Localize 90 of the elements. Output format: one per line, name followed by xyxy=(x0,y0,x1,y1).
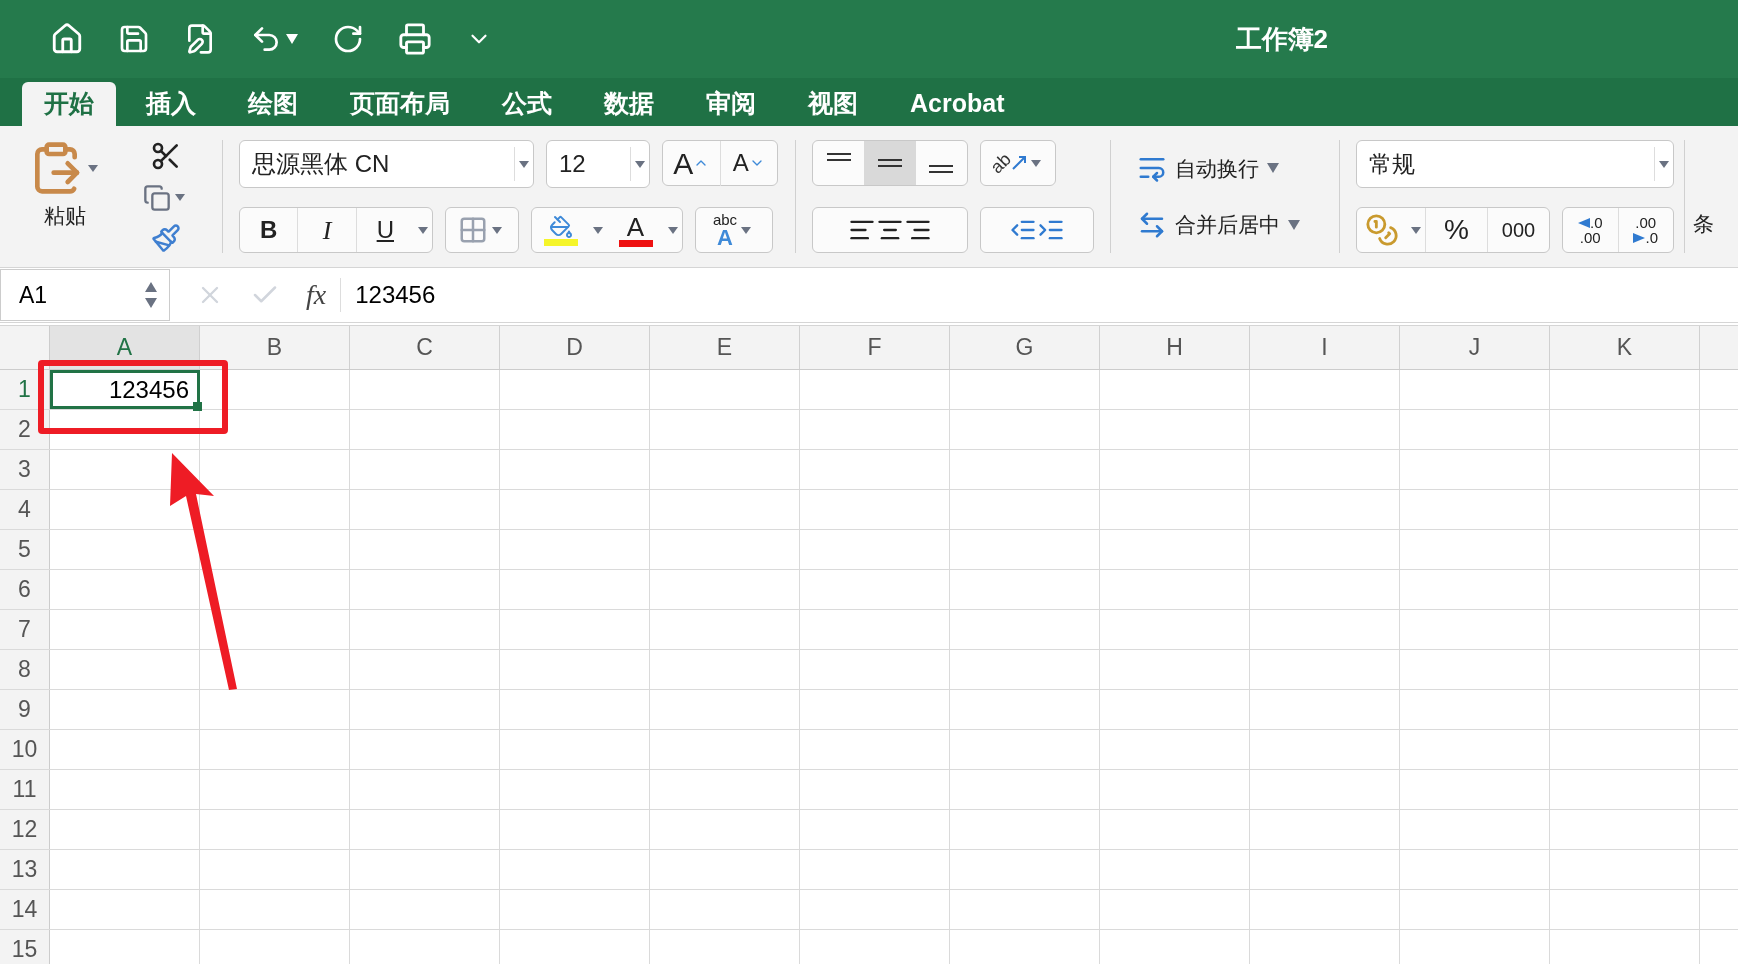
column-header[interactable]: D xyxy=(500,326,650,369)
caret-icon[interactable] xyxy=(741,226,752,234)
left-arrow-icon[interactable] xyxy=(1578,217,1590,228)
row-header[interactable]: 8 xyxy=(0,650,50,689)
grow-font-button[interactable]: A xyxy=(663,140,721,186)
column-header[interactable]: C xyxy=(350,326,500,369)
arrow-icon xyxy=(1011,155,1027,171)
down-icon[interactable] xyxy=(145,298,157,308)
formula-field[interactable]: 123456 xyxy=(355,277,1738,313)
column-header[interactable]: J xyxy=(1400,326,1550,369)
column-header[interactable]: F xyxy=(800,326,950,369)
merge-center-button[interactable]: 合并后居中 xyxy=(1137,209,1323,241)
row-header[interactable]: 9 xyxy=(0,690,50,729)
vertical-align-button[interactable] xyxy=(864,141,916,185)
bold-button[interactable]: B xyxy=(240,208,299,252)
row-header[interactable]: 15 xyxy=(0,930,50,964)
caret-icon[interactable] xyxy=(1411,226,1421,234)
column-header[interactable]: H xyxy=(1100,326,1250,369)
caret-icon[interactable] xyxy=(1659,160,1669,168)
row-header[interactable]: 12 xyxy=(0,810,50,849)
shrink-font-button[interactable]: A xyxy=(720,145,777,181)
insert-function-button[interactable]: fx xyxy=(306,274,327,316)
copy-icon[interactable] xyxy=(143,183,171,212)
ribbon-tab[interactable]: Acrobat xyxy=(888,82,1027,126)
row-header[interactable]: 4 xyxy=(0,490,50,529)
column-header[interactable]: I xyxy=(1250,326,1400,369)
caret-icon[interactable] xyxy=(88,164,98,172)
increase-decimal-button[interactable]: .0 .00 xyxy=(1563,208,1619,252)
decrease-decimal-button[interactable]: .00 .0 xyxy=(1618,208,1673,252)
ribbon-tab[interactable]: 开始 xyxy=(22,82,116,126)
row-header[interactable]: 3 xyxy=(0,450,50,489)
name-box[interactable]: A1 xyxy=(0,269,170,321)
row-header[interactable]: 5 xyxy=(0,530,50,569)
window-title: 工作簿2 xyxy=(1235,22,1328,56)
caret-icon[interactable] xyxy=(668,226,678,234)
caret-icon[interactable] xyxy=(635,160,645,168)
ribbon-label[interactable]: 条 xyxy=(1693,207,1714,239)
ribbon-tab[interactable]: 插入 xyxy=(124,82,218,126)
active-cell[interactable]: 123456 xyxy=(50,370,200,409)
up-icon[interactable] xyxy=(145,282,157,292)
coins-icon[interactable] xyxy=(1365,213,1399,247)
font-size-field[interactable]: 12 xyxy=(546,140,650,188)
paste-label[interactable]: 粘贴 xyxy=(44,200,86,232)
ribbon-tab[interactable]: 审阅 xyxy=(684,82,778,126)
row-header[interactable]: 2 xyxy=(0,410,50,449)
format-painter-icon[interactable] xyxy=(151,223,181,253)
caret-icon[interactable] xyxy=(286,34,298,44)
underline-button[interactable]: U xyxy=(356,208,414,252)
thousands-button[interactable]: 000 xyxy=(1487,208,1549,252)
row-header[interactable]: 6 xyxy=(0,570,50,609)
column-header[interactable]: K xyxy=(1550,326,1700,369)
redo-icon[interactable] xyxy=(332,23,364,55)
row-header[interactable]: 11 xyxy=(0,770,50,809)
print-icon[interactable] xyxy=(398,22,432,56)
italic-button[interactable]: I xyxy=(298,208,357,252)
borders-icon[interactable] xyxy=(458,215,488,245)
font-color-button[interactable]: A xyxy=(626,213,645,240)
row-header[interactable]: 7 xyxy=(0,610,50,649)
font-name-field[interactable]: 思源黑体 CN xyxy=(239,140,534,188)
caret-icon[interactable] xyxy=(175,194,185,201)
column-header[interactable]: G xyxy=(950,326,1100,369)
phonetic-letter[interactable]: A xyxy=(717,226,733,249)
home-icon[interactable] xyxy=(50,22,84,56)
right-arrow-icon[interactable] xyxy=(1633,232,1646,243)
ribbon-tab[interactable]: 视图 xyxy=(786,82,880,126)
caret-icon[interactable] xyxy=(492,226,502,234)
column-header[interactable]: E xyxy=(650,326,800,369)
save-icon[interactable] xyxy=(118,23,150,55)
ribbon-tab[interactable]: 数据 xyxy=(582,82,676,126)
number-format-field[interactable]: 常规 xyxy=(1356,140,1674,188)
column-header[interactable]: B xyxy=(200,326,350,369)
ribbon-tab[interactable]: 公式 xyxy=(480,82,574,126)
fill-color-icon[interactable] xyxy=(548,214,573,239)
caret-icon[interactable] xyxy=(1288,219,1300,230)
fill-handle[interactable] xyxy=(193,402,202,411)
caret-icon[interactable] xyxy=(418,226,428,234)
caret-icon[interactable] xyxy=(1031,159,1041,167)
ribbon-tab[interactable]: 绘图 xyxy=(226,82,320,126)
row-header[interactable]: 13 xyxy=(0,850,50,889)
row-header[interactable]: 14 xyxy=(0,890,50,929)
fill-color-swatch xyxy=(543,238,578,246)
caret-icon[interactable] xyxy=(593,226,603,234)
ribbon-tab[interactable]: 页面布局 xyxy=(328,82,472,126)
font-color-swatch xyxy=(618,239,653,247)
percent-button[interactable]: % xyxy=(1425,208,1487,252)
row-header[interactable]: 10 xyxy=(0,730,50,769)
wrap-text-button[interactable]: 自动换行 xyxy=(1137,152,1323,184)
caret-icon[interactable] xyxy=(1267,163,1279,174)
phonetic-label[interactable]: abc xyxy=(712,211,738,227)
caret-icon[interactable] xyxy=(519,160,529,168)
